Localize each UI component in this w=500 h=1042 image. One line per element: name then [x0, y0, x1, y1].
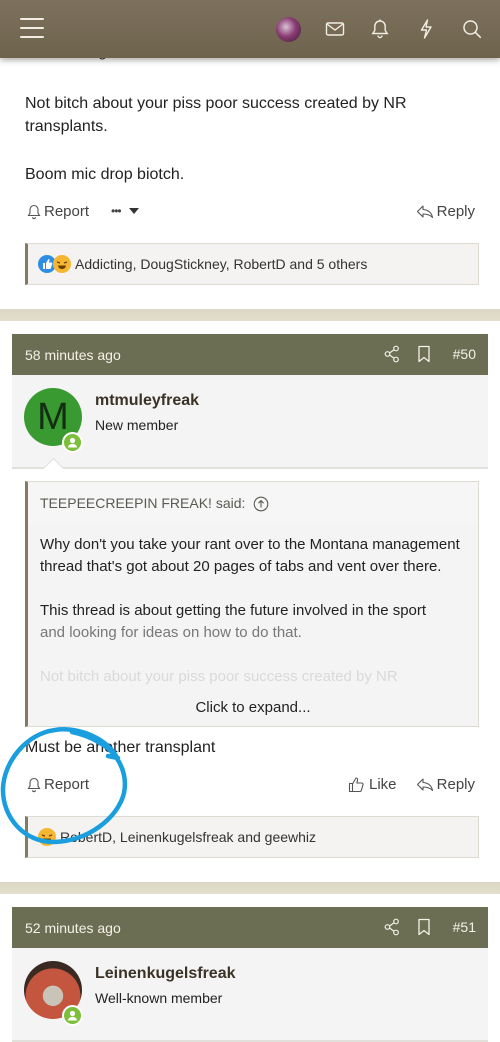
reply-icon	[416, 205, 433, 219]
more-options-button[interactable]: •••	[111, 204, 140, 218]
reply-button[interactable]: Reply	[416, 203, 475, 220]
search-icon[interactable]	[460, 17, 484, 41]
reactions-bar[interactable]: Addicting, DougStickney, RobertD and 5 o…	[25, 243, 479, 285]
report-label: Report	[44, 776, 90, 793]
user-info: Leinenkugelsfreak Well-known member	[12, 948, 488, 1042]
post-time[interactable]: 52 minutes ago	[25, 920, 121, 936]
user-title: Well-known member	[95, 990, 223, 1006]
online-status-icon	[62, 1005, 83, 1026]
user-avatar[interactable]	[276, 17, 301, 42]
lightning-icon[interactable]	[414, 17, 438, 41]
reply-button[interactable]: Reply	[416, 776, 475, 793]
reply-label: Reply	[436, 203, 475, 220]
bookmark-icon[interactable]	[417, 345, 431, 366]
reactions-bar[interactable]: RobertD, Leinenkugelsfreak and geewhiz	[25, 816, 479, 858]
quote-paragraph: and looking for ideas on how to do that.	[40, 624, 302, 641]
quote-paragraph: Not bitch about your piss poor success c…	[40, 668, 398, 685]
envelope-icon[interactable]	[323, 17, 347, 41]
haha-reaction-icon	[53, 255, 71, 273]
share-icon[interactable]	[384, 345, 400, 366]
user-title: New member	[95, 417, 179, 433]
post-body: Must be another transplant	[25, 739, 216, 756]
username[interactable]: mtmuleyfreak	[95, 392, 199, 410]
quote-paragraph: Why don't you take your rant over to the…	[40, 536, 460, 575]
report-button[interactable]: Report	[27, 203, 89, 220]
share-icon[interactable]	[384, 918, 400, 939]
post-number[interactable]: #50	[453, 346, 476, 362]
post-actions: Report ••• Reply	[25, 203, 477, 227]
like-button[interactable]: Like	[348, 776, 397, 793]
report-label: Report	[44, 203, 90, 220]
reactions-text[interactable]: Addicting, DougStickney, RobertD and 5 o…	[75, 256, 367, 272]
post-header: 58 minutes ago #50	[12, 334, 488, 375]
arrow-up-circle-icon[interactable]	[253, 496, 269, 512]
bell-icon	[27, 204, 41, 219]
click-to-expand[interactable]: Click to expand...	[28, 699, 478, 716]
post-header: 52 minutes ago #51	[12, 907, 488, 948]
bell-icon	[27, 777, 41, 792]
like-label: Like	[369, 776, 397, 793]
reply-label: Reply	[436, 776, 475, 793]
bookmark-icon[interactable]	[417, 918, 431, 939]
avatar-initial: M	[37, 395, 69, 438]
post-separator	[0, 309, 500, 321]
bell-icon[interactable]	[368, 17, 392, 41]
post-paragraph: Not bitch about your piss poor success c…	[25, 95, 407, 135]
post-paragraph: Boom mic drop biotch.	[25, 166, 185, 183]
post-number[interactable]: #51	[453, 919, 476, 935]
thumbs-up-icon	[348, 777, 364, 793]
reactions-text[interactable]: RobertD, Leinenkugelsfreak and geewhiz	[60, 829, 316, 845]
quote-block: TEEPEECREEPIN FREAK! said: Why don't you…	[25, 481, 479, 727]
haha-reaction-icon	[38, 828, 56, 846]
online-status-icon	[62, 432, 83, 453]
report-button[interactable]: Report	[27, 776, 89, 793]
post-actions: Report Like Reply	[25, 776, 477, 800]
username[interactable]: Leinenkugelsfreak	[95, 965, 236, 983]
user-info: M mtmuleyfreak New member	[12, 375, 488, 469]
post-time[interactable]: 58 minutes ago	[25, 347, 121, 363]
reply-icon	[416, 778, 433, 792]
quote-author[interactable]: TEEPEECREEPIN FREAK! said:	[40, 495, 245, 511]
quote-body: Why don't you take your rant over to the…	[28, 524, 478, 688]
quote-header: TEEPEECREEPIN FREAK! said:	[28, 482, 478, 524]
hamburger-menu-icon[interactable]	[20, 18, 44, 40]
ellipsis-icon: •••	[111, 204, 122, 218]
quote-paragraph: This thread is about getting the future …	[40, 602, 427, 619]
post-separator	[0, 882, 500, 894]
top-navigation-bar	[0, 0, 500, 58]
caret-down-icon	[128, 208, 139, 214]
